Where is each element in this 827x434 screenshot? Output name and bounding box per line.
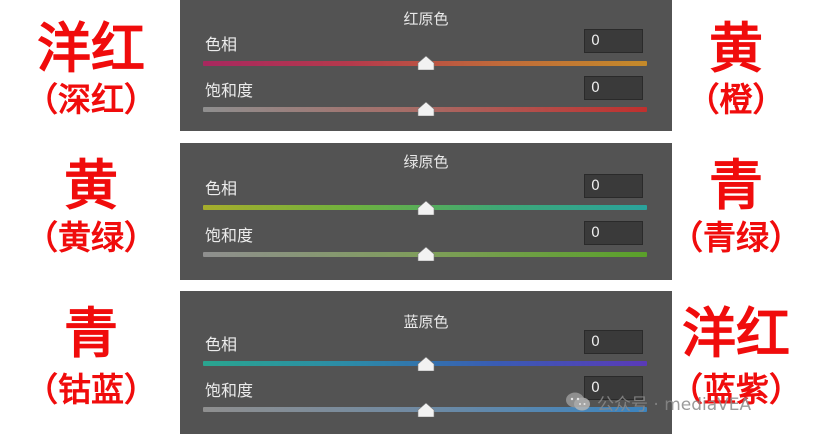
- right-label-red-primary: 黄: [709, 16, 763, 80]
- watermark-text: 公众号 · mediaVEA: [597, 394, 752, 415]
- red-primary-panel: 红原色 色相 0 饱和度 0: [180, 0, 672, 131]
- hue-input[interactable]: 0: [584, 174, 643, 198]
- hue-input[interactable]: 0: [584, 330, 643, 354]
- saturation-label: 饱和度: [205, 81, 254, 100]
- hue-label: 色相: [205, 35, 238, 54]
- saturation-label: 饱和度: [205, 381, 254, 400]
- right-sublabel-red-primary: （橙）: [686, 80, 786, 119]
- left-label-blue-primary: 青: [64, 301, 118, 365]
- watermark: 公众号 · mediaVEA: [565, 389, 817, 415]
- right-label-blue-primary: 洋红: [682, 301, 790, 365]
- right-label-green-primary: 青: [709, 153, 763, 217]
- panel-title: 绿原色: [403, 153, 449, 171]
- panel-title: 红原色: [403, 10, 449, 28]
- hue-slider-thumb[interactable]: [417, 201, 435, 215]
- hue-input[interactable]: 0: [584, 29, 643, 53]
- left-label-red-primary: 洋红: [37, 16, 145, 80]
- hue-label: 色相: [205, 179, 238, 198]
- panel-title: 蓝原色: [403, 313, 449, 331]
- green-primary-panel: 绿原色 色相 0 饱和度 0: [180, 143, 672, 280]
- hue-slider-thumb[interactable]: [417, 56, 435, 70]
- saturation-slider-thumb[interactable]: [417, 102, 435, 116]
- saturation-label: 饱和度: [205, 226, 254, 245]
- left-sublabel-red-primary: （深红）: [25, 80, 157, 119]
- saturation-slider-thumb[interactable]: [417, 403, 435, 417]
- left-sublabel-green-primary: （黄绿）: [25, 218, 157, 257]
- saturation-slider-thumb[interactable]: [417, 247, 435, 261]
- wechat-icon: [566, 392, 590, 411]
- left-label-green-primary: 黄: [64, 153, 118, 217]
- saturation-input[interactable]: 0: [584, 221, 643, 245]
- left-sublabel-blue-primary: （钴蓝）: [25, 370, 157, 409]
- right-sublabel-green-primary: （青绿）: [670, 218, 802, 257]
- hue-slider-thumb[interactable]: [417, 357, 435, 371]
- hue-label: 色相: [205, 335, 238, 354]
- saturation-input[interactable]: 0: [584, 76, 643, 100]
